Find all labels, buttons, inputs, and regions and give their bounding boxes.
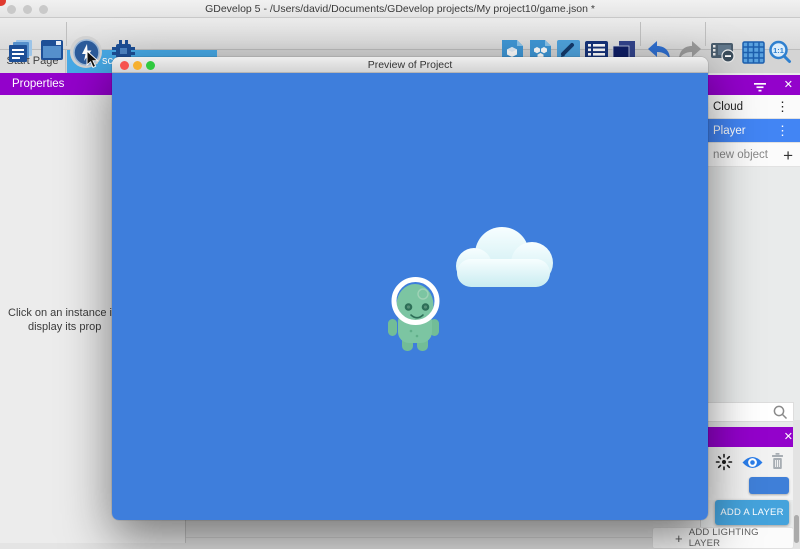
project-manager-icon[interactable] xyxy=(8,39,35,69)
close-objects-panel-icon[interactable]: ✕ xyxy=(784,75,793,95)
zoom-ratio-icon[interactable]: 1:1 xyxy=(768,40,793,70)
main-toolbar: 1:1 xyxy=(0,18,800,50)
window-title: GDevelop 5 - /Users/david/Documents/GDev… xyxy=(0,0,800,18)
add-layer-button[interactable]: ADD A LAYER xyxy=(715,500,789,525)
mouse-cursor xyxy=(86,51,99,74)
layer-color-swatch[interactable] xyxy=(749,477,789,494)
preview-close-button[interactable] xyxy=(120,61,129,70)
object-name: Cloud xyxy=(713,101,743,113)
close-layers-panel-icon[interactable]: ✕ xyxy=(784,427,793,447)
game-preview-canvas[interactable] xyxy=(112,73,708,520)
preview-zoom-button[interactable] xyxy=(146,61,155,70)
object-row-player[interactable]: Player ⋮ xyxy=(701,119,800,143)
add-object-plus-icon[interactable]: + xyxy=(783,144,793,168)
properties-hint-line1: Click on an instance in xyxy=(8,307,118,319)
toolbar-separator xyxy=(640,22,641,46)
preview-window-title: Preview of Project xyxy=(112,57,708,73)
toolbar-separator xyxy=(66,22,67,46)
zoom-ratio-label: 1:1 xyxy=(773,46,784,55)
lighting-toggle-icon[interactable] xyxy=(715,453,733,476)
right-panel-column: ✕ Cloud ⋮ Player ⋮ new object + ✕ xyxy=(700,73,800,543)
delete-layer-trash-icon[interactable] xyxy=(770,452,785,475)
grid-icon[interactable] xyxy=(742,41,765,69)
object-menu-icon[interactable]: ⋮ xyxy=(776,119,789,143)
preview-minimize-button[interactable] xyxy=(133,61,142,70)
add-object-label: new object xyxy=(713,149,768,161)
add-new-object-row[interactable]: new object + xyxy=(701,143,800,167)
game-scene-graphics xyxy=(112,73,708,520)
macos-titlebar: GDevelop 5 - /Users/david/Documents/GDev… xyxy=(0,0,800,18)
right-panel-scrollbar[interactable] xyxy=(793,420,800,543)
layers-panel-header: ✕ xyxy=(701,427,800,447)
window-mask-icon[interactable] xyxy=(710,42,736,68)
object-name: Player xyxy=(713,125,746,137)
object-menu-icon[interactable]: ⋮ xyxy=(776,95,789,119)
preview-window: Preview of Project xyxy=(112,57,708,520)
object-row-cloud[interactable]: Cloud ⋮ xyxy=(701,95,800,119)
objects-panel-header: ✕ xyxy=(701,75,800,95)
scene-window-icon[interactable] xyxy=(40,39,64,67)
add-lighting-layer-button[interactable]: + ADD LIGHTING LAYER xyxy=(652,527,794,549)
search-icon xyxy=(773,405,788,425)
layer-visibility-eye-icon[interactable] xyxy=(741,455,764,475)
properties-hint-line2: display its prop xyxy=(28,321,101,333)
toolbar-separator xyxy=(705,22,706,46)
player-sprite xyxy=(388,280,439,352)
preview-titlebar[interactable]: Preview of Project xyxy=(112,57,708,73)
objects-search-input[interactable] xyxy=(701,402,794,422)
cloud-sprite xyxy=(456,227,553,287)
add-lighting-label: ADD LIGHTING LAYER xyxy=(689,527,793,549)
scrollbar-thumb[interactable] xyxy=(794,515,799,543)
add-lighting-plus-icon: + xyxy=(675,531,683,546)
